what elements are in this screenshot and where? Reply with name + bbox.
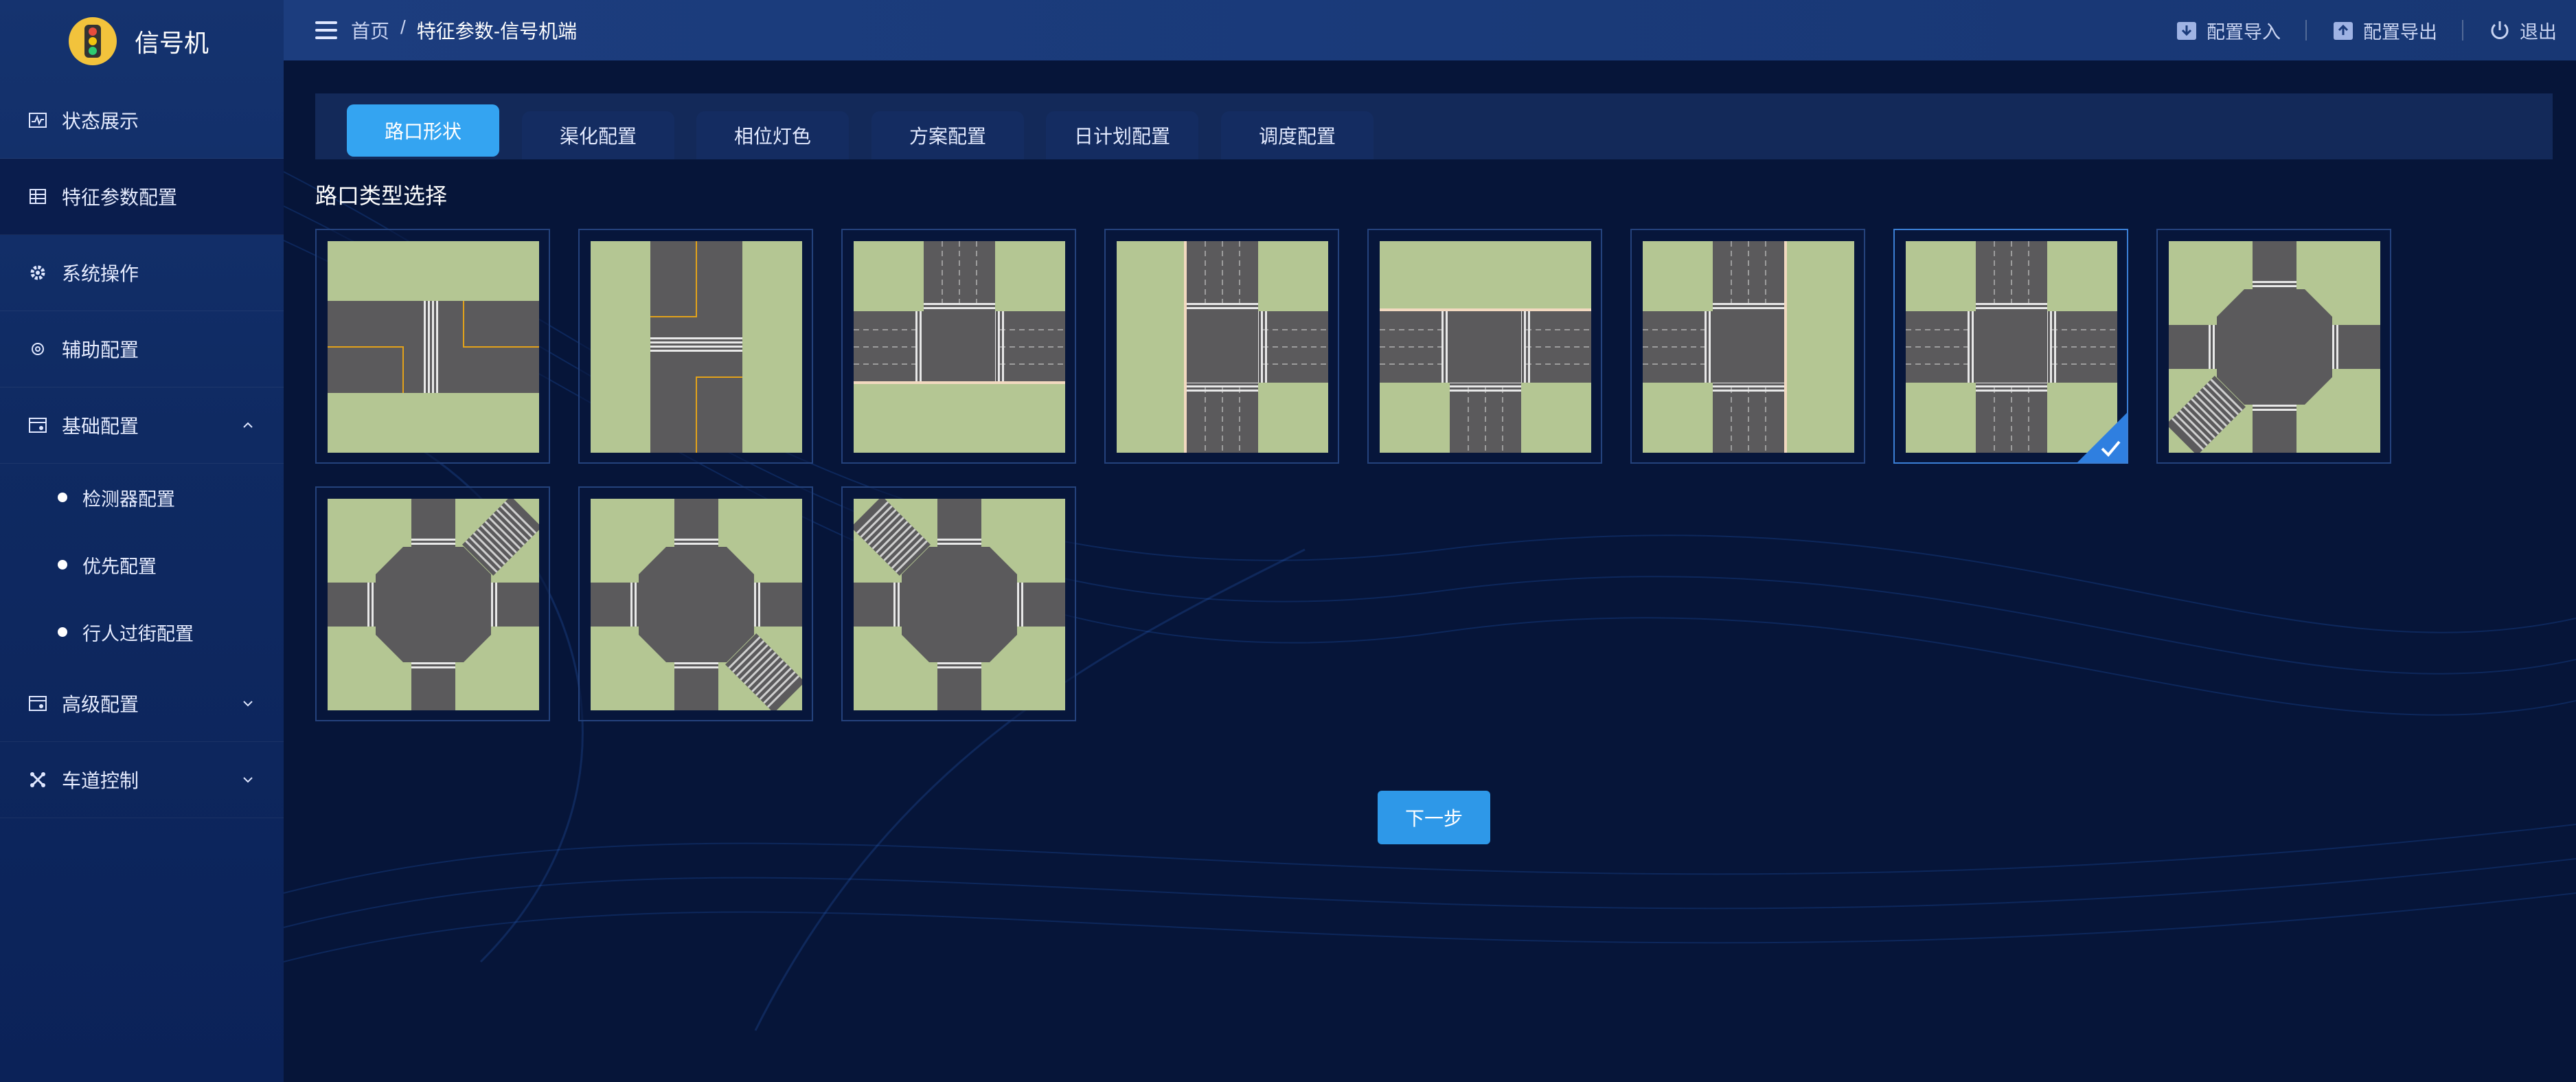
- chevron-down-icon: [243, 777, 253, 783]
- sidebar-item-feature-params[interactable]: 特征参数配置: [0, 159, 284, 235]
- intersection-option-straight-ew[interactable]: [315, 229, 550, 464]
- breadcrumb-current: 特征参数-信号机端: [416, 21, 578, 42]
- intersection-thumbnail: [1643, 241, 1854, 453]
- intersection-thumbnail: [591, 499, 802, 710]
- gear-icon: [27, 262, 48, 283]
- intersection-thumbnail: [2169, 241, 2380, 453]
- main-content: 路口形状 渠化配置 相位灯色 方案配置 日计划配置 调度配置 路口类型选择 下一…: [284, 60, 2576, 1082]
- intersection-thumbnail: [854, 499, 1065, 710]
- sidebar-subitem-label: 检测器配置: [82, 488, 175, 510]
- intersection-thumbnail: [1380, 241, 1591, 453]
- tab-intersection-shape[interactable]: 路口形状: [347, 104, 499, 157]
- intersection-option-straight-ns[interactable]: [578, 229, 813, 464]
- bullet-icon: [58, 560, 67, 570]
- sidebar-subitem-pedestrian[interactable]: 行人过街配置: [0, 598, 284, 666]
- intersection-option-octagon-branch-ne[interactable]: [315, 486, 550, 721]
- intersection-option-t-missing-west[interactable]: [1104, 229, 1339, 464]
- sidebar-item-basic-config[interactable]: 基础配置: [0, 387, 284, 464]
- sidebar-item-label: 状态展示: [62, 111, 139, 132]
- intersection-thumbnail: [854, 241, 1065, 453]
- sidebar-subitem-label: 行人过街配置: [82, 623, 194, 644]
- sidebar-subitem-priority[interactable]: 优先配置: [0, 531, 284, 598]
- sidebar-item-aux-config[interactable]: 辅助配置: [0, 311, 284, 387]
- settings-cog-icon: [27, 339, 48, 359]
- tab-day-plan[interactable]: 日计划配置: [1046, 111, 1198, 159]
- tab-phase-lights[interactable]: 相位灯色: [696, 111, 849, 159]
- breadcrumb: 首页 / 特征参数-信号机端: [351, 16, 577, 44]
- breadcrumb-home[interactable]: 首页: [351, 16, 389, 44]
- upload-icon: [2334, 22, 2353, 40]
- chevron-up-icon: [243, 422, 253, 428]
- sidebar-item-label: 特征参数配置: [62, 187, 178, 208]
- sidebar-subitem-detector[interactable]: 检测器配置: [0, 464, 284, 531]
- breadcrumb-separator: /: [400, 16, 406, 38]
- sidebar-item-label: 车道控制: [62, 770, 139, 791]
- intersection-thumbnail: [591, 241, 802, 453]
- tab-bar: 路口形状 渠化配置 相位灯色 方案配置 日计划配置 调度配置: [315, 93, 2553, 159]
- sidebar-subitem-label: 优先配置: [82, 556, 157, 577]
- tab-channelization[interactable]: 渠化配置: [522, 111, 674, 159]
- intersection-option-t-missing-south[interactable]: [841, 229, 1076, 464]
- intersection-option-t-missing-north[interactable]: [1367, 229, 1602, 464]
- bullet-icon: [58, 493, 67, 502]
- intersection-thumbnail: [328, 499, 539, 710]
- intersection-option-octagon-branch-sw[interactable]: [2156, 229, 2391, 464]
- download-icon: [2177, 22, 2196, 40]
- config-icon: [27, 415, 48, 436]
- tab-plan-config[interactable]: 方案配置: [871, 111, 1024, 159]
- chevron-down-icon: [243, 701, 253, 707]
- power-icon: [2491, 21, 2509, 39]
- activity-icon: [27, 110, 48, 131]
- sidebar-item-label: 系统操作: [62, 263, 139, 284]
- sidebar-item-status[interactable]: 状态展示: [0, 82, 284, 159]
- config-export-button[interactable]: 配置导出: [2307, 17, 2462, 44]
- intersection-thumbnail: [1117, 241, 1328, 453]
- sidebar-item-lane-control[interactable]: 车道控制: [0, 742, 284, 818]
- intersection-option-cross[interactable]: [1893, 229, 2128, 464]
- intersection-option-t-missing-east[interactable]: [1630, 229, 1865, 464]
- intersection-option-octagon-branch-nw[interactable]: [841, 486, 1076, 721]
- lane-control-icon: [27, 769, 48, 790]
- logout-button[interactable]: 退出: [2463, 17, 2557, 44]
- config-import-button[interactable]: 配置导入: [2150, 17, 2305, 44]
- intersection-option-octagon-branch-se[interactable]: [578, 486, 813, 721]
- selected-check-icon: [2077, 413, 2127, 462]
- sidebar-item-system-ops[interactable]: 系统操作: [0, 235, 284, 311]
- sidebar: 信号机 状态展示 特征参数配置 系统操作 辅助配置 基础配置 检测器配置 优先配…: [0, 0, 284, 1082]
- sidebar-item-advanced-config[interactable]: 高级配置: [0, 666, 284, 742]
- next-step-button[interactable]: 下一步: [1378, 791, 1490, 844]
- config-icon: [27, 693, 48, 714]
- tab-schedule[interactable]: 调度配置: [1221, 111, 1374, 159]
- sidebar-item-label: 辅助配置: [62, 339, 139, 361]
- app-logo: 信号机: [0, 0, 284, 82]
- bullet-icon: [58, 627, 67, 637]
- app-title: 信号机: [135, 29, 209, 57]
- sidebar-item-label: 基础配置: [62, 416, 139, 437]
- sidebar-item-label: 高级配置: [62, 694, 139, 715]
- intersection-thumbnail: [328, 241, 539, 453]
- top-header: 首页 / 特征参数-信号机端 配置导入 配置导出 退出: [284, 0, 2576, 60]
- traffic-light-icon: [69, 17, 117, 65]
- table-icon: [27, 186, 48, 207]
- menu-toggle-icon[interactable]: [315, 21, 337, 39]
- section-title: 路口类型选择: [315, 183, 448, 208]
